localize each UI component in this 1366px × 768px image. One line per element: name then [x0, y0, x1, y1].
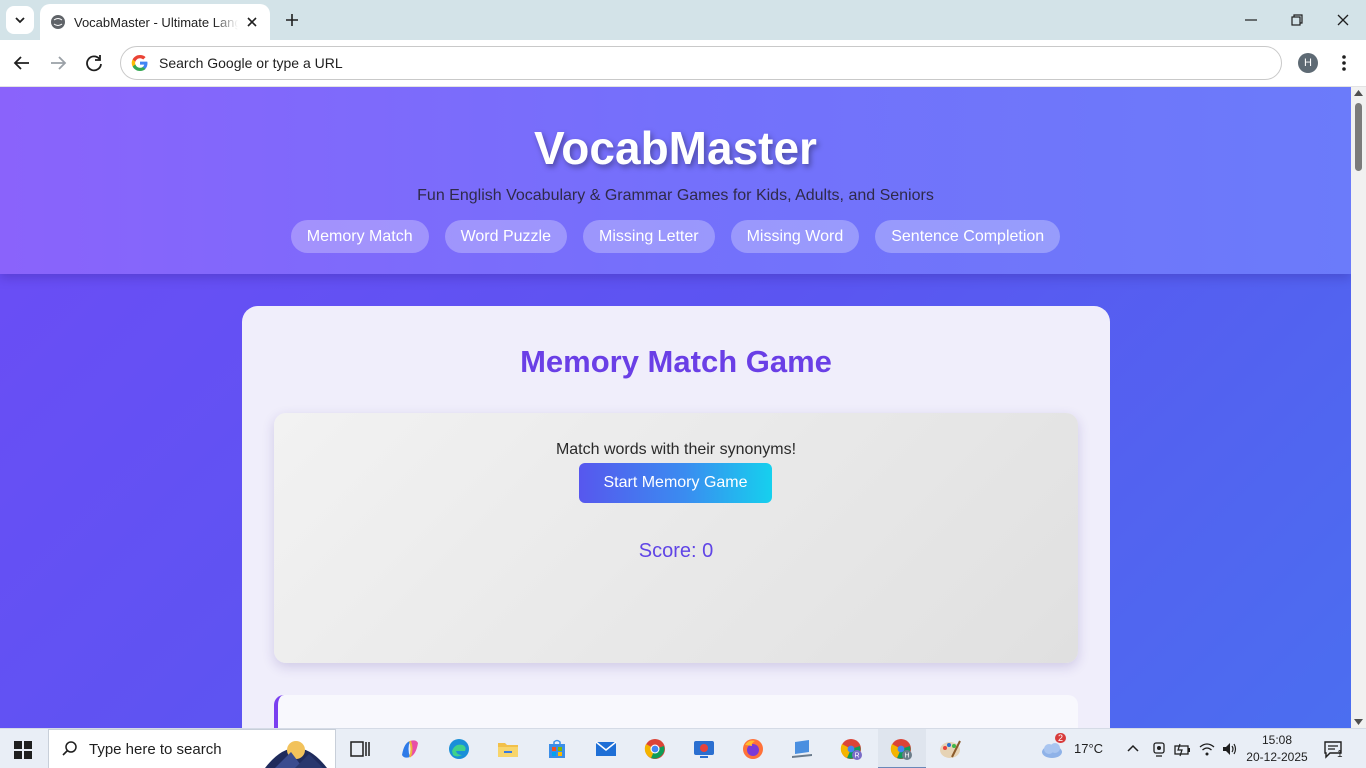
scroll-up-arrow-icon[interactable]: [1354, 89, 1363, 97]
address-input[interactable]: [159, 55, 1281, 71]
forward-arrow-icon[interactable]: [47, 52, 69, 74]
globe-icon: [51, 15, 65, 29]
scrollbar-thumb[interactable]: [1355, 103, 1362, 171]
close-icon[interactable]: [244, 14, 260, 30]
page-viewport: VocabMaster Fun English Vocabulary & Gra…: [0, 87, 1351, 728]
site-tagline: Fun English Vocabulary & Grammar Games f…: [417, 187, 934, 204]
svg-text:H: H: [904, 753, 909, 760]
browser-tab-active[interactable]: VocabMaster - Ultimate Language: [40, 4, 270, 40]
laptop-app-icon[interactable]: [790, 737, 814, 761]
window-close-icon[interactable]: [1333, 10, 1353, 30]
game-title: Memory Match Game: [520, 344, 832, 379]
page-scrollbar[interactable]: [1351, 87, 1366, 728]
more-menu-icon[interactable]: [1334, 52, 1354, 74]
tab-search-button[interactable]: [6, 6, 34, 34]
microsoft-store-icon[interactable]: [545, 737, 569, 761]
address-bar[interactable]: [120, 46, 1282, 80]
plus-icon[interactable]: [282, 10, 302, 30]
score-label: Score:: [638, 540, 703, 562]
browser-tab-bar: VocabMaster - Ultimate Language: [0, 0, 1366, 40]
notification-count: 1: [1337, 749, 1343, 760]
profile-avatar[interactable]: H: [1298, 53, 1318, 73]
webcam-icon[interactable]: [1150, 740, 1168, 758]
chrome-icon[interactable]: [643, 737, 667, 761]
site-header: VocabMaster Fun English Vocabulary & Gra…: [0, 87, 1351, 274]
game-instructions: Match words with their synonyms!: [555, 441, 797, 458]
google-logo-icon: [131, 55, 148, 71]
taskbar-search-box[interactable]: Type here to search: [48, 729, 336, 768]
game-card: Memory Match Game Match words with their…: [242, 306, 1110, 728]
minimize-icon[interactable]: [1241, 10, 1261, 30]
nav-word-puzzle[interactable]: Word Puzzle: [444, 220, 567, 253]
windows-start-icon[interactable]: [14, 741, 32, 759]
taskbar-search-placeholder: Type here to search: [89, 740, 222, 758]
windows-taskbar: Type here to search R H 2 17°C 15:08 20-…: [0, 728, 1366, 768]
clock-date: 20-12-2025: [1246, 750, 1308, 764]
nav-memory-match[interactable]: Memory Match: [290, 220, 429, 253]
clock-time: 15:08: [1261, 733, 1293, 747]
score-value: 0: [702, 540, 714, 562]
search-icon: [62, 741, 77, 756]
copilot-icon[interactable]: [398, 737, 422, 761]
taskbar-clock[interactable]: 15:08 20-12-2025: [1244, 732, 1310, 766]
nav-missing-letter[interactable]: Missing Letter: [583, 220, 715, 253]
mail-icon[interactable]: [594, 737, 618, 761]
start-memory-game-button[interactable]: Start Memory Game: [579, 463, 772, 503]
score-display: Score: 0: [274, 540, 1078, 563]
scroll-down-arrow-icon[interactable]: [1354, 718, 1363, 726]
chevron-up-icon[interactable]: [1124, 740, 1142, 758]
screen-recorder-icon[interactable]: [692, 737, 716, 761]
edge-browser-icon[interactable]: [447, 737, 471, 761]
site-brand-title: VocabMaster: [534, 122, 817, 174]
weather-temperature: 17°C: [1074, 741, 1104, 756]
chrome-profile-r-icon[interactable]: R: [839, 737, 863, 761]
file-explorer-icon[interactable]: [496, 737, 520, 761]
tab-title: VocabMaster - Ultimate Language: [74, 14, 238, 30]
firefox-icon[interactable]: [741, 737, 765, 761]
nav-missing-word[interactable]: Missing Word: [730, 220, 860, 253]
game-nav: Memory Match Word Puzzle Missing Letter …: [0, 220, 1351, 253]
paint-app-icon[interactable]: [938, 737, 962, 761]
reload-icon[interactable]: [83, 52, 105, 74]
next-section-panel: [274, 695, 1078, 728]
back-arrow-icon[interactable]: [11, 52, 33, 74]
wifi-icon[interactable]: [1198, 740, 1216, 758]
chrome-profile-h-icon[interactable]: H: [889, 737, 913, 761]
task-view-icon[interactable]: [348, 737, 372, 761]
weather-badge: 2: [1055, 733, 1067, 743]
svg-text:R: R: [854, 753, 859, 760]
restore-icon[interactable]: [1287, 10, 1307, 30]
chevron-down-icon: [15, 17, 25, 24]
search-highlight-art-icon: [265, 741, 327, 768]
volume-icon[interactable]: [1221, 740, 1239, 758]
browser-toolbar: H: [0, 40, 1366, 87]
battery-icon[interactable]: [1173, 740, 1191, 758]
nav-sentence-completion[interactable]: Sentence Completion: [875, 220, 1061, 253]
game-board: Match words with their synonyms! Start M…: [274, 413, 1078, 663]
